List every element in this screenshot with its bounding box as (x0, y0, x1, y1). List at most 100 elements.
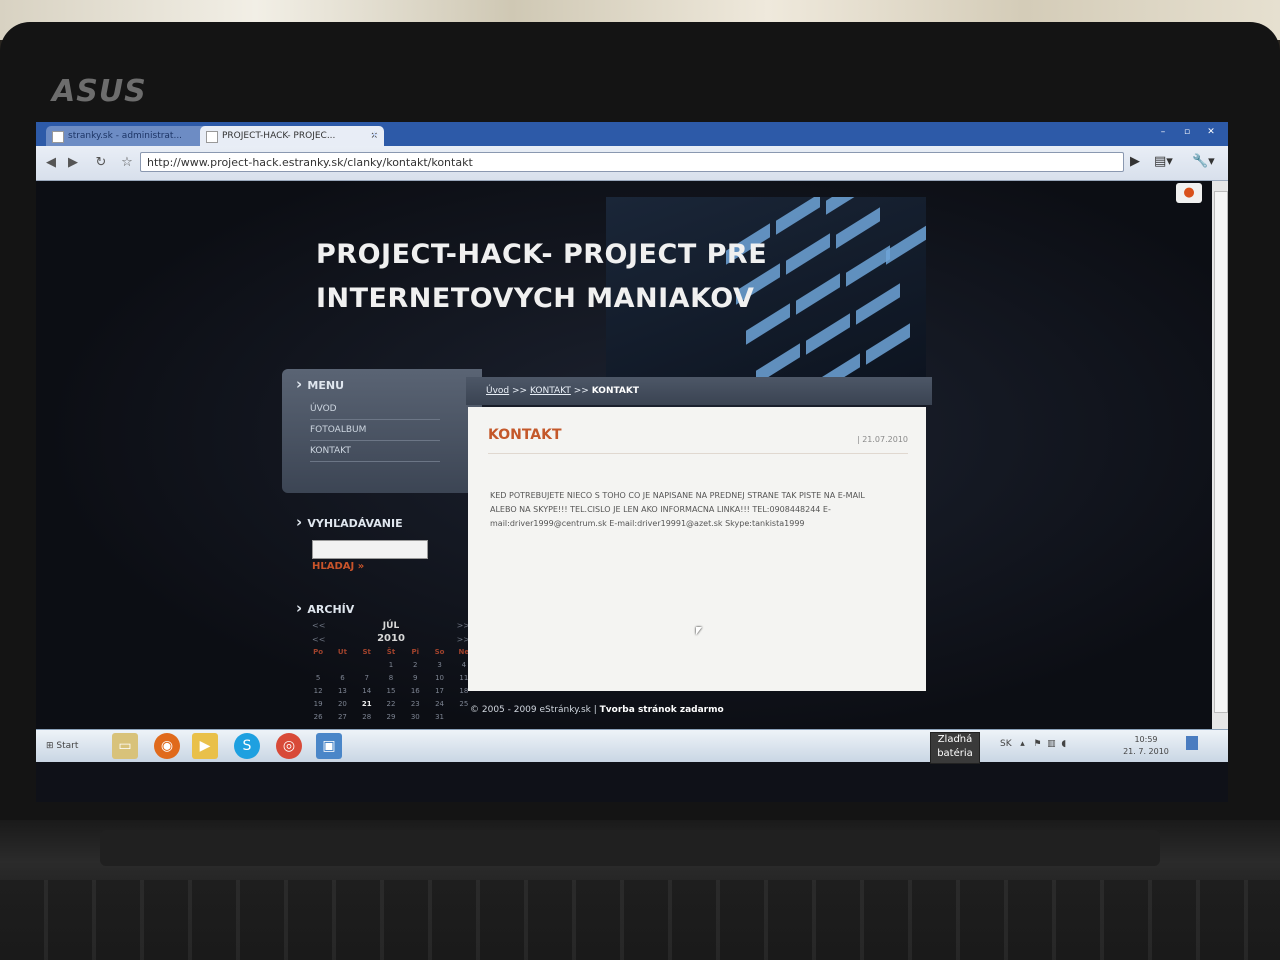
clock-time: 10:59 (1134, 735, 1158, 744)
app-window-icon[interactable]: ▣ (316, 733, 342, 759)
footer-link[interactable]: Tvorba stránok zadarmo (600, 705, 724, 715)
calendar-prev-month[interactable]: << (312, 621, 325, 630)
calendar-day[interactable]: 29 (379, 713, 403, 721)
article-panel: KONTAKT | 21.07.2010 KED POTREBUJETE NIE… (468, 407, 926, 691)
sidebar-menu-box: MENU ÚVOD FOTOALBUM KONTAKT (282, 369, 482, 493)
address-bar[interactable]: http://www.project-hack.estranky.sk/clan… (140, 152, 1124, 172)
search-button[interactable]: HĽADAJ » (312, 561, 364, 572)
calendar-day[interactable]: 13 (330, 687, 354, 695)
breadcrumb-home-link[interactable]: Úvod (486, 386, 509, 396)
tray-flag-icon[interactable]: ⚑ (1033, 739, 1041, 749)
page-scrollbar[interactable] (1212, 181, 1228, 743)
calendar-day[interactable]: 30 (403, 713, 427, 721)
calendar-day[interactable]: 12 (306, 687, 330, 695)
firefox-badge-icon[interactable]: ● (1176, 183, 1202, 203)
system-clock[interactable]: 10:59 21. 7. 2010 (1116, 734, 1176, 758)
calendar-day[interactable]: 15 (379, 687, 403, 695)
laptop-screen: stranky.sk - administrat... PROJECT-HACK… (36, 122, 1228, 802)
calendar-day[interactable]: 28 (355, 713, 379, 721)
breadcrumb-separator: >> (573, 386, 589, 396)
browser-toolbar: ◀ ▶ ↻ ☆ http://www.project-hack.estranky… (36, 146, 1228, 181)
search-input[interactable] (312, 540, 428, 559)
media-player-icon[interactable]: ▶ (192, 733, 218, 759)
calendar-day[interactable]: 27 (330, 713, 354, 721)
new-tab-button[interactable]: + (370, 129, 382, 141)
explorer-folder-icon[interactable]: ▭ (112, 733, 138, 759)
go-arrow-icon[interactable]: ▶ (1130, 154, 1140, 169)
battery-label-line2: batéria (937, 748, 973, 759)
calendar-day[interactable]: 21 (355, 700, 379, 708)
calendar-day[interactable]: 6 (330, 674, 354, 682)
calendar-day[interactable]: 10 (427, 674, 451, 682)
calendar-day[interactable]: 8 (379, 674, 403, 682)
calendar-day[interactable]: 19 (306, 700, 330, 708)
calendar-day[interactable]: 20 (330, 700, 354, 708)
calendar-day (306, 661, 330, 669)
forward-arrow-icon[interactable]: ▶ (64, 154, 82, 172)
page-viewport: ● PROJECT-HACK- PROJECT PRE INTERNETOVYC… (36, 181, 1212, 743)
language-indicator[interactable]: SK (1000, 739, 1012, 749)
tab-estranky-admin[interactable]: stranky.sk - administrat... (46, 126, 216, 146)
calendar-day[interactable]: 9 (403, 674, 427, 682)
calendar-day[interactable]: 2 (403, 661, 427, 669)
breadcrumb-section-link[interactable]: KONTAKT (530, 386, 571, 396)
breadcrumb: Úvod >> KONTAKT >> KONTAKT (486, 386, 639, 396)
system-tray: SK ▴ ⚑ ▥ ◖ (1000, 739, 1066, 749)
back-arrow-icon[interactable]: ◀ (42, 154, 60, 172)
calendar-day-name: Ut (337, 648, 347, 656)
breadcrumb-separator: >> (512, 386, 528, 396)
close-window-icon[interactable]: ✕ (1202, 126, 1220, 138)
calendar-day-name: So (434, 648, 445, 656)
firefox-icon[interactable]: ◉ (154, 733, 180, 759)
reload-icon[interactable]: ↻ (92, 154, 110, 172)
breadcrumb-current: KONTAKT (591, 386, 639, 396)
calendar-day[interactable]: 26 (306, 713, 330, 721)
search-heading: VYHĽADÁVANIE (296, 513, 402, 531)
tray-network-icon[interactable]: ▥ (1047, 739, 1056, 749)
menu-item-kontakt[interactable]: KONTAKT (310, 441, 440, 462)
maximize-icon[interactable]: ▫ (1178, 126, 1196, 138)
laptop-brand-logo: ASUS (52, 74, 147, 109)
favicon-icon (52, 131, 64, 143)
wrench-menu-icon[interactable]: 🔧▾ (1192, 154, 1215, 169)
show-desktop-button[interactable] (1186, 736, 1198, 750)
tray-volume-icon[interactable]: ◖ (1061, 739, 1066, 749)
site-title-line1: PROJECT-HACK- PROJECT PRE (316, 239, 768, 270)
calendar-day-name: St (362, 648, 371, 656)
minimize-icon[interactable]: – (1154, 126, 1172, 138)
calendar-day[interactable]: 5 (306, 674, 330, 682)
calendar-day[interactable]: 17 (427, 687, 451, 695)
mouse-cursor-icon (696, 627, 702, 635)
calendar-day[interactable]: 16 (403, 687, 427, 695)
calendar-day[interactable]: 7 (355, 674, 379, 682)
calendar-month: JÚL (382, 621, 400, 631)
menu-heading: MENU (296, 375, 344, 393)
calendar-day-name: Po (313, 648, 324, 656)
skype-icon[interactable]: S (234, 733, 260, 759)
chrome-icon[interactable]: ◎ (276, 733, 302, 759)
calendar-day[interactable]: 22 (379, 700, 403, 708)
archive-calendar: << >> JÚL << >> 2010 Po Ut St Št Pi So Ne 1 2 3 4 5… (306, 621, 476, 721)
calendar-day[interactable]: 31 (427, 713, 451, 721)
calendar-prev-year[interactable]: << (312, 635, 325, 644)
bookmark-star-icon[interactable]: ☆ (118, 154, 136, 172)
menu-item-uvod[interactable]: ÚVOD (310, 399, 440, 420)
windows-logo-icon: ⊞ (46, 741, 54, 751)
page-menu-icon[interactable]: ▤▾ (1154, 154, 1173, 169)
tab-project-hack[interactable]: PROJECT-HACK- PROJEC... × (200, 126, 384, 146)
calendar-day[interactable]: 3 (427, 661, 451, 669)
start-button[interactable]: ⊞ Start (46, 734, 86, 758)
article-title: KONTAKT (488, 427, 562, 443)
windows-taskbar: ⊞ Start ▭ ◉ ▶ S ◎ ▣ Zlaďná batéria SK ▴ … (36, 729, 1228, 764)
calendar-day[interactable]: 24 (427, 700, 451, 708)
window-controls: – ▫ ✕ (1154, 126, 1220, 138)
calendar-day[interactable]: 14 (355, 687, 379, 695)
article-date: | 21.07.2010 (856, 435, 908, 444)
calendar-day[interactable]: 1 (379, 661, 403, 669)
page-footer: © 2005 - 2009 eStránky.sk | Tvorba strán… (470, 705, 724, 715)
calendar-day[interactable]: 23 (403, 700, 427, 708)
tray-arrow-icon[interactable]: ▴ (1020, 739, 1025, 749)
footer-copyright: © 2005 - 2009 eStránky.sk | (470, 705, 597, 715)
article-body: KED POTREBUJETE NIECO S TOHO CO JE NAPIS… (490, 491, 865, 528)
menu-item-fotoalbum[interactable]: FOTOALBUM (310, 420, 440, 441)
